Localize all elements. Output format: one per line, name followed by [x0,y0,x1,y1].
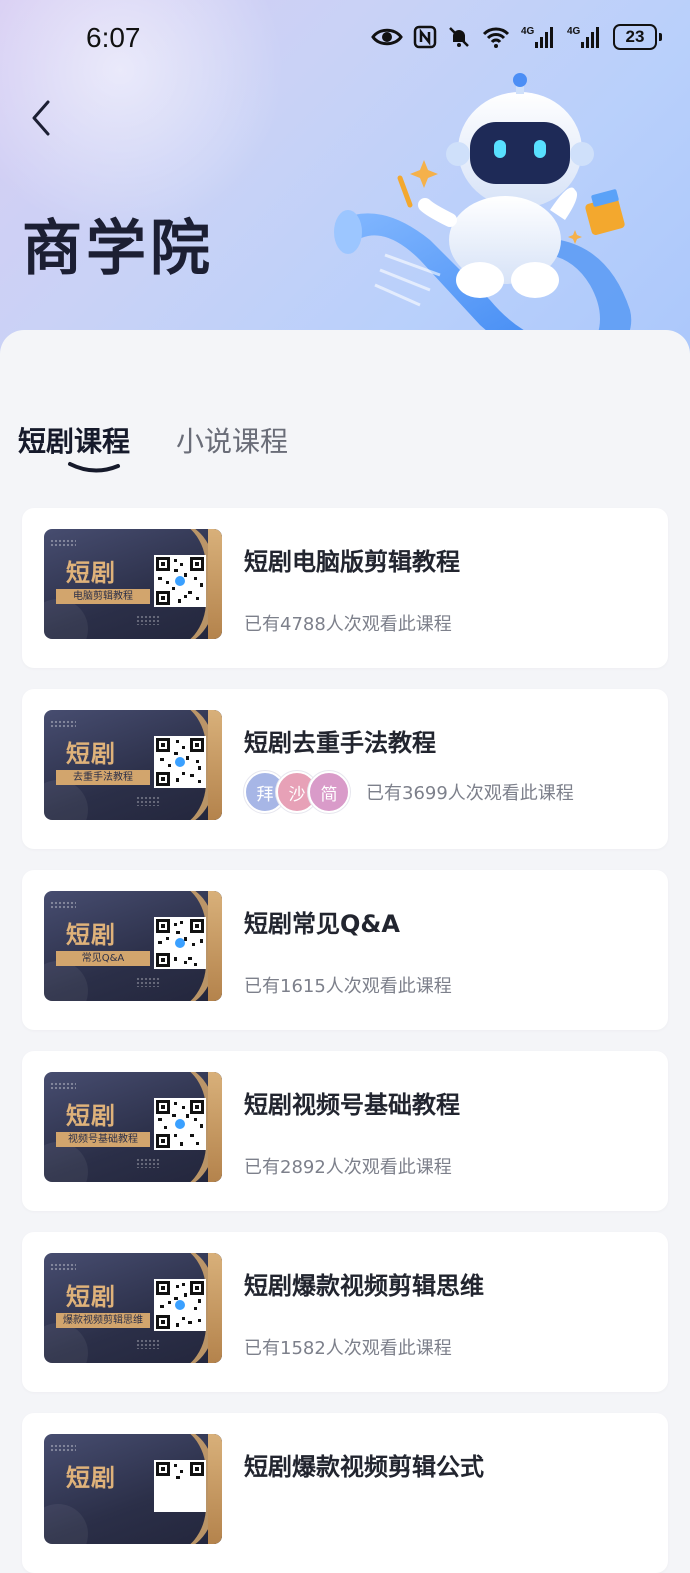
mute-bell-icon [449,27,469,47]
course-sheet: 短剧课程 小说课程 短剧 电脑剪辑教程 短剧电脑版剪辑教程 已有4788人次观看… [0,330,690,1573]
qr-code-icon [154,917,206,969]
course-title: 短剧视频号基础教程 [244,1091,460,1119]
course-thumbnail: 短剧 [44,1434,222,1544]
course-thumbnail: 短剧 电脑剪辑教程 [44,529,222,639]
svg-text:4G: 4G [521,26,535,37]
tab-novel-courses[interactable]: 小说课程 [176,420,288,460]
thumbnail-title: 短剧 [66,740,116,768]
page-title: 商学院 [22,214,214,284]
signal-4g-icon: 4G [567,26,599,48]
battery-indicator: 23 [613,24,662,50]
qr-code-icon [154,1279,206,1331]
course-views: 已有4788人次观看此课程 [244,614,452,635]
thumbnail-subtitle: 去重手法教程 [56,770,150,785]
thumbnail-title: 短剧 [66,921,116,949]
course-views: 已有3699人次观看此课程 [366,783,574,804]
course-card[interactable]: 短剧 视频号基础教程 短剧视频号基础教程 已有2892人次观看此课程 [22,1051,668,1211]
qr-code-icon [154,1098,206,1150]
back-button[interactable] [24,96,64,140]
course-thumbnail: 短剧 去重手法教程 [44,710,222,820]
course-title: 短剧去重手法教程 [244,729,436,757]
course-card[interactable]: 短剧 电脑剪辑教程 短剧电脑版剪辑教程 已有4788人次观看此课程 [22,508,668,668]
avatar: 简 [308,771,350,813]
course-title: 短剧常见Q&A [244,910,400,938]
course-card[interactable]: 短剧 常见Q&A 短剧常见Q&A 已有1615人次观看此课程 [22,870,668,1030]
course-views: 已有1582人次观看此课程 [244,1338,452,1359]
course-card[interactable]: 短剧 去重手法教程 短剧去重手法教程 拜 沙 简 已有3699人次观看此课程 [22,689,668,849]
course-thumbnail: 短剧 爆款视频剪辑思维 [44,1253,222,1363]
thumbnail-subtitle: 常见Q&A [56,951,150,966]
course-title: 短剧爆款视频剪辑公式 [244,1453,484,1481]
thumbnail-title: 短剧 [66,559,116,587]
course-title: 短剧电脑版剪辑教程 [244,548,460,576]
course-card[interactable]: 短剧 爆款视频剪辑思维 短剧爆款视频剪辑思维 已有1582人次观看此课程 [22,1232,668,1392]
qr-code-icon [154,1460,206,1512]
thumbnail-title: 短剧 [66,1464,116,1492]
tab-drama-courses[interactable]: 短剧课程 [18,420,130,460]
course-card[interactable]: 短剧 短剧爆款视频剪辑公式 [22,1413,668,1573]
thumbnail-subtitle: 电脑剪辑教程 [56,589,150,604]
course-thumbnail: 短剧 视频号基础教程 [44,1072,222,1182]
course-views: 已有2892人次观看此课程 [244,1157,452,1178]
thumbnail-subtitle: 视频号基础教程 [56,1132,150,1147]
thumbnail-title: 短剧 [66,1102,116,1130]
active-tab-indicator [68,462,120,473]
course-title: 短剧爆款视频剪辑思维 [244,1272,484,1300]
thumbnail-title: 短剧 [66,1283,116,1311]
qr-code-icon [154,736,206,788]
chevron-left-icon [32,100,50,136]
status-time: 6:07 [86,22,141,53]
status-bar: 6:07 4G 4G 23 [0,0,690,80]
qr-code-icon [154,555,206,607]
battery-level: 23 [613,24,657,50]
signal-4g-icon: 4G [521,26,553,48]
thumbnail-subtitle: 爆款视频剪辑思维 [56,1313,150,1328]
course-thumbnail: 短剧 常见Q&A [44,891,222,1001]
course-views: 已有1615人次观看此课程 [244,976,452,997]
wifi-icon [482,27,510,48]
svg-text:4G: 4G [567,26,581,37]
status-icons: 4G 4G 23 [371,24,662,50]
viewer-avatars: 拜 沙 简 [244,771,350,813]
nfc-icon [413,25,437,49]
course-tabs: 短剧课程 小说课程 [18,420,288,460]
eye-icon [371,28,403,46]
